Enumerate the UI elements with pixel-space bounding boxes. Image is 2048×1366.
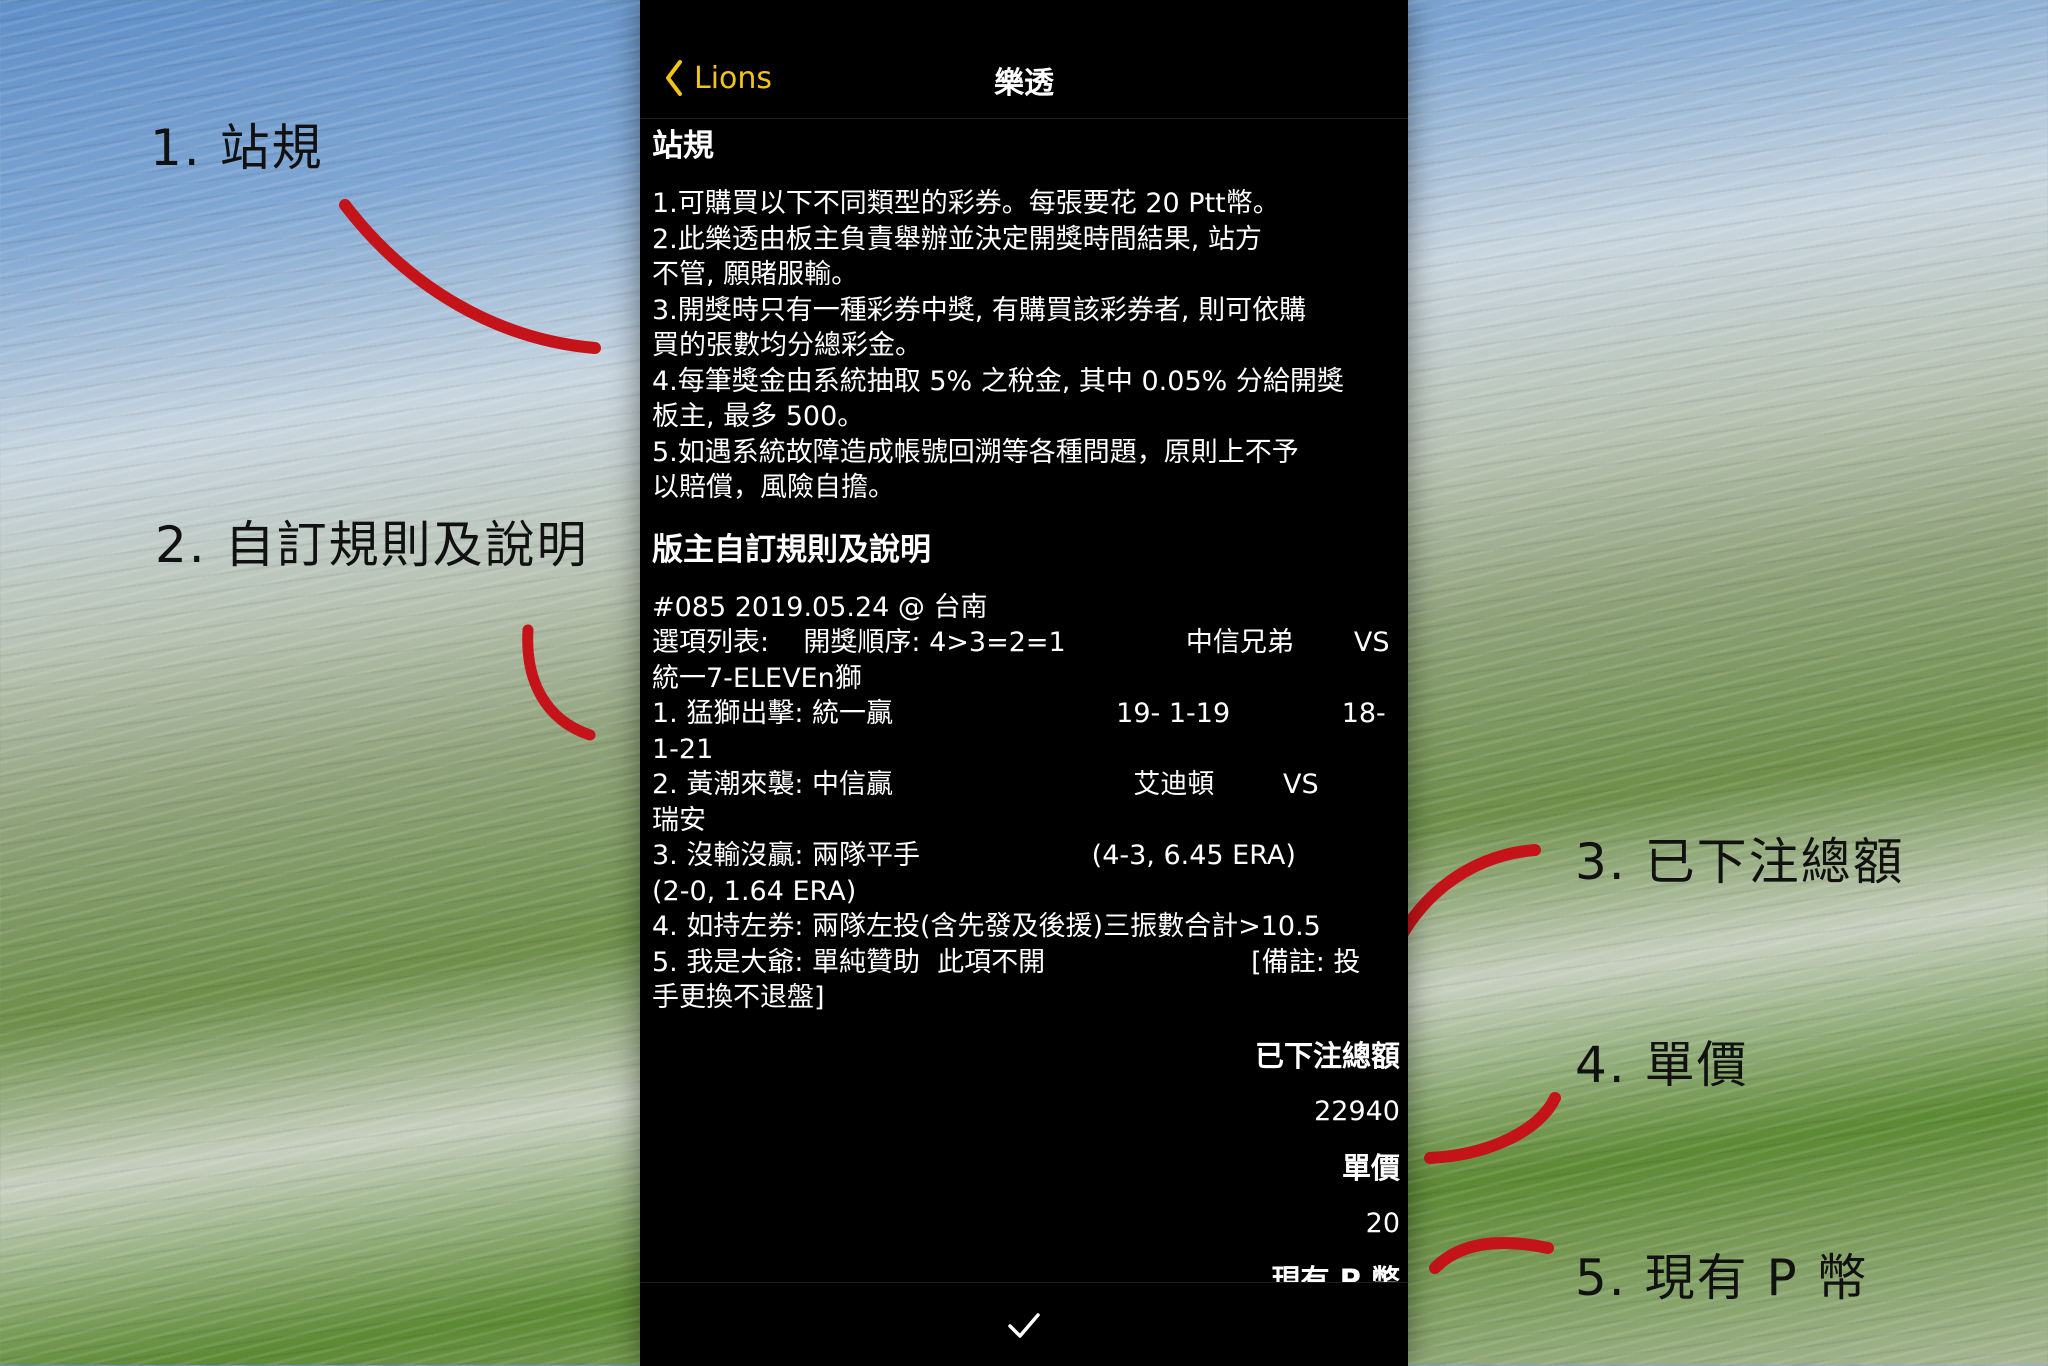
unit-price-value: 20 — [1365, 1207, 1400, 1239]
site-rule-line: 不管, 願賭服輸。 — [652, 259, 859, 290]
site-rules-heading: 站規 — [652, 128, 714, 164]
custom-rule-line: 3. 沒輸沒贏: 兩隊平手 (4-3, 6.45 ERA) — [652, 840, 1296, 871]
custom-rule-line: 2. 黃潮來襲: 中信贏 艾迪頓 VS — [652, 769, 1319, 800]
annotation-stroke-2 — [522, 624, 596, 741]
annotation-stroke-5 — [1429, 1236, 1554, 1274]
betting-summary: 已下注總額 22940 單價 20 現有 P 幣 — [652, 1034, 1400, 1302]
custom-rule-line: (2-0, 1.64 ERA) — [652, 875, 857, 907]
custom-rule-line: 4. 如持左券: 兩隊左投(含先發及後援)三振數合計>10.5 — [652, 911, 1321, 942]
site-rule-line: 4.每筆獎金由系統抽取 5% 之稅金, 其中 0.05% 分給開獎 — [652, 365, 1344, 397]
custom-rule-line: 手更換不退盤] — [652, 982, 825, 1013]
site-rules-text: 1.可購買以下不同類型的彩券。每張要花 20 Ptt幣。 2.此樂透由板主負責舉… — [652, 186, 1400, 506]
annotation-stroke-4 — [1424, 1092, 1561, 1164]
custom-rule-line: 1-21 — [652, 733, 714, 765]
site-rule-line: 板主, 最多 500。 — [652, 401, 865, 432]
total-bet-value: 22940 — [1314, 1095, 1400, 1127]
custom-rules-heading: 版主自訂規則及說明 — [652, 531, 931, 568]
unit-price-label: 單價 — [1341, 1150, 1400, 1185]
total-bet-label: 已下注總額 — [1254, 1038, 1400, 1073]
bottom-toolbar — [640, 1282, 1408, 1366]
custom-rule-line: 統一7-ELEVEn獅 — [652, 662, 862, 694]
custom-rule-line: 1. 猛獅出擊: 統一贏 19- 1-19 18- — [652, 698, 1386, 729]
phone-screen: Lions 樂透 站規 1.可購買以下不同類型的彩券。每張要花 20 Ptt幣。… — [640, 0, 1408, 1366]
navigation-bar: Lions 樂透 — [640, 40, 1408, 119]
site-rule-line: 5.如遇系統故障造成帳號回溯等各種問題，原則上不予 — [652, 436, 1299, 468]
custom-rule-line: 瑞安 — [652, 804, 706, 836]
page-title: 樂透 — [994, 66, 1054, 101]
site-rule-line: 買的張數均分總彩金。 — [652, 330, 922, 361]
custom-rule-line: #085 2019.05.24 @ 台南 — [652, 591, 988, 623]
annotation-stroke-1 — [339, 199, 601, 354]
custom-rules-text: #085 2019.05.24 @ 台南 選項列表: 開獎順序: 4>3=2=1… — [652, 590, 1400, 1016]
custom-rule-line: 5. 我是大爺: 單純贊助 此項不開 [備註: 投 — [652, 946, 1361, 978]
site-rule-line: 1.可購買以下不同類型的彩券。每張要花 20 Ptt幣。 — [652, 188, 1280, 219]
site-rule-line: 3.開獎時只有一種彩券中獎, 有購買該彩券者, 則可依購 — [652, 294, 1307, 326]
lottery-content: 站規 1.可購買以下不同類型的彩券。每張要花 20 Ptt幣。 2.此樂透由板主… — [652, 120, 1400, 1314]
site-rule-line: 2.此樂透由板主負責舉辦並決定開獎時間結果, 站方 — [652, 223, 1262, 255]
site-rule-line: 以賠償，風險自擔。 — [652, 472, 895, 503]
custom-rule-line: 選項列表: 開獎順序: 4>3=2=1 中信兄弟 VS — [652, 627, 1390, 658]
checkmark-icon[interactable] — [1004, 1305, 1044, 1345]
